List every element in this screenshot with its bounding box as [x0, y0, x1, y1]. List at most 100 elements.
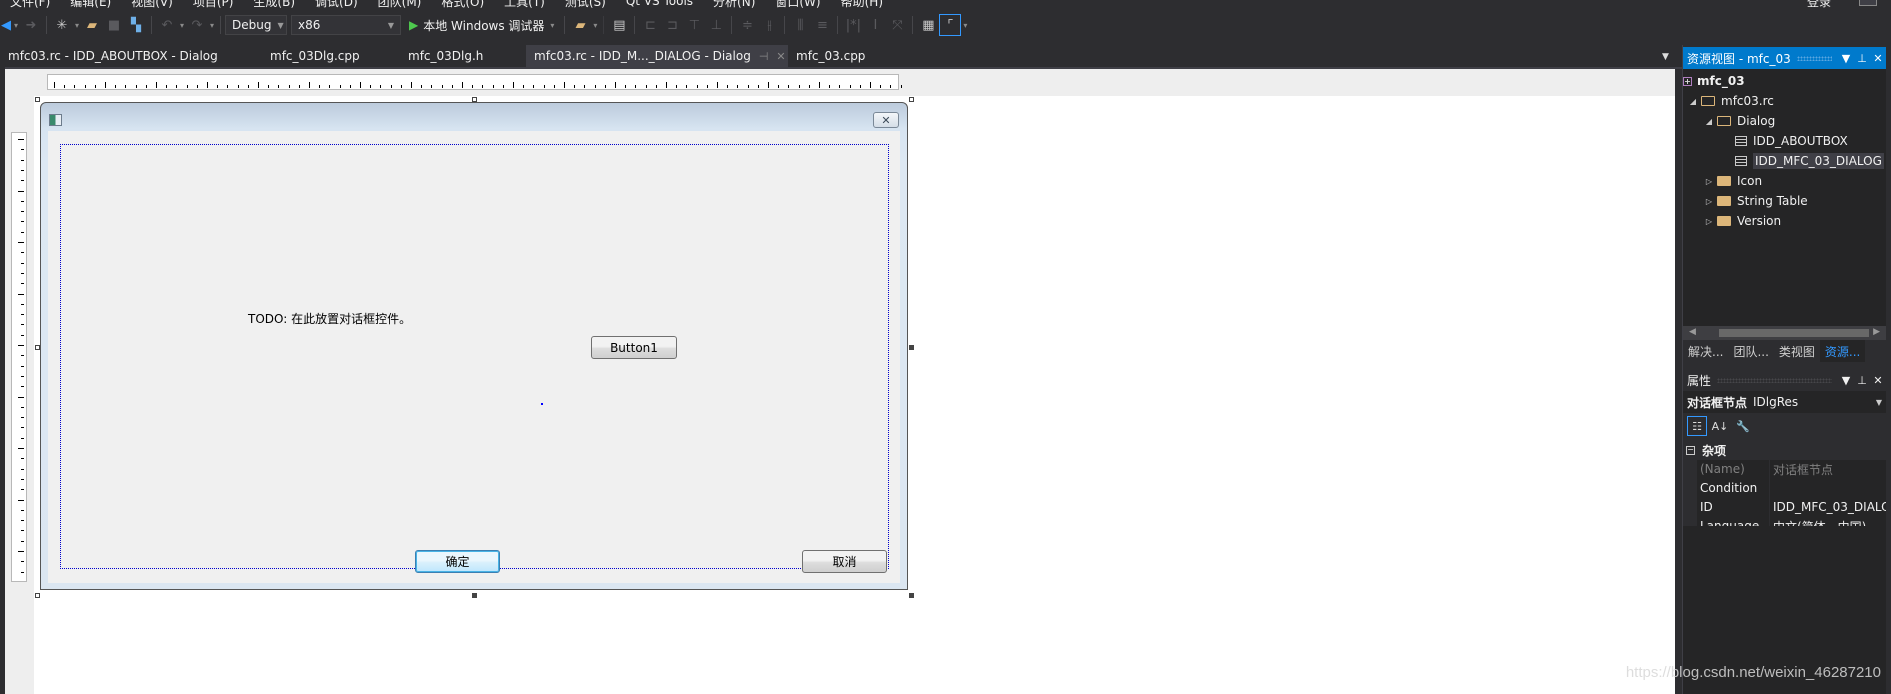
close-tab-icon[interactable]: ✕	[776, 50, 785, 63]
test-dialog-icon[interactable]: ▤	[608, 14, 630, 36]
configuration-select[interactable]: Debug ▼	[225, 15, 287, 35]
dialog-close-button[interactable]: ✕	[873, 112, 899, 128]
space-down-icon[interactable]: ≡	[811, 14, 833, 36]
property-row-condition[interactable]: Condition	[1697, 478, 1886, 498]
save-all-icon[interactable]: ▚	[125, 14, 147, 36]
scrollbar-thumb[interactable]	[1719, 329, 1869, 337]
tab-team-explorer[interactable]: 团队...	[1728, 340, 1773, 362]
navigate-back-icon[interactable]: ◀	[0, 14, 12, 36]
menu-edit[interactable]: 编辑(E)	[60, 0, 121, 10]
tree-item-string-table[interactable]: ▷ String Table	[1703, 191, 1808, 211]
horizontal-ruler[interactable]	[47, 74, 902, 90]
tab-class-view[interactable]: 类视图	[1774, 340, 1820, 362]
account-icon[interactable]	[1859, 0, 1877, 6]
new-project-icon[interactable]: ✳	[51, 14, 73, 36]
redo-dropdown-icon[interactable]: ▾	[208, 21, 216, 30]
center-vertical-icon[interactable]: ≑	[736, 14, 758, 36]
tab-list-dropdown-icon[interactable]: ▼	[1662, 52, 1669, 62]
collapsed-arrow-icon[interactable]: ▷	[1703, 217, 1715, 226]
platform-select[interactable]: x86 ▼	[291, 15, 401, 35]
scroll-left-icon[interactable]: ◀	[1689, 327, 1696, 337]
tab-mfc03-cpp[interactable]: mfc_03.cpp	[788, 45, 898, 67]
menu-tools[interactable]: 工具(T)	[494, 0, 555, 10]
menu-debug[interactable]: 调试(D)	[305, 0, 368, 10]
window-position-icon[interactable]: ▼	[1838, 52, 1854, 65]
tree-item-version[interactable]: ▷ Version	[1703, 211, 1781, 231]
toggle-guides-icon[interactable]: ⌜	[939, 14, 962, 36]
make-same-size-icon[interactable]: ⤧	[886, 14, 908, 36]
toolbar-grip[interactable]	[603, 16, 605, 34]
undo-icon[interactable]: ↶	[156, 14, 178, 36]
make-same-height-icon[interactable]: Ι	[864, 14, 886, 36]
properties-object-selector[interactable]: 对话框节点 IDlgRes ▼	[1683, 391, 1886, 413]
align-top-icon[interactable]: ⊤	[683, 14, 705, 36]
expanded-arrow-icon[interactable]: ◢	[1687, 97, 1699, 106]
todo-static-text[interactable]: TODO: 在此放置对话框控件。	[248, 310, 411, 327]
property-row-id[interactable]: ID IDD_MFC_03_DIALOG	[1697, 497, 1886, 517]
sort-alphabetical-icon[interactable]: A↓	[1710, 416, 1730, 436]
window-position-icon[interactable]: ▼	[1838, 374, 1854, 387]
sign-in-link[interactable]: 登录	[1807, 0, 1831, 10]
navigate-forward-icon[interactable]: ➜	[20, 14, 42, 36]
collapse-icon[interactable]: −	[1686, 446, 1695, 455]
tab-solution-explorer[interactable]: 解决...	[1683, 340, 1728, 362]
resource-view-titlebar[interactable]: 资源视图 - mfc_03 ▼ ⊥ ✕	[1683, 47, 1886, 69]
tree-item-mfc03-rc[interactable]: ◢ mfc03.rc	[1687, 91, 1774, 111]
space-across-icon[interactable]: ⫼	[789, 14, 811, 36]
auto-hide-pin-icon[interactable]: ⊥	[1854, 52, 1870, 65]
menu-window[interactable]: 窗口(W)	[765, 0, 830, 10]
ok-button[interactable]: 确定	[415, 550, 500, 573]
auto-hide-pin-icon[interactable]: ⊥	[1854, 374, 1870, 387]
find-in-files-icon[interactable]: ▰	[569, 14, 591, 36]
close-icon[interactable]: ✕	[1870, 52, 1886, 65]
open-file-icon[interactable]: ▰	[81, 14, 103, 36]
align-right-icon[interactable]: ⊐	[661, 14, 683, 36]
redo-icon[interactable]: ↷	[186, 14, 208, 36]
property-value[interactable]	[1769, 478, 1886, 498]
start-debugging-button[interactable]: ▶ 本地 Windows 调试器 ▾	[405, 17, 560, 34]
tab-aboutbox-dialog[interactable]: mfc03.rc - IDD_ABOUTBOX - Dialog	[0, 45, 262, 67]
resize-handle-right[interactable]	[909, 345, 914, 350]
property-pages-icon[interactable]: 🔧	[1733, 416, 1753, 436]
undo-dropdown-icon[interactable]: ▾	[178, 21, 186, 30]
tab-resource-view[interactable]: 资源...	[1819, 340, 1866, 362]
menu-view[interactable]: 视图(V)	[121, 0, 183, 10]
property-row-name[interactable]: (Name) 对话框节点	[1697, 459, 1886, 479]
tree-item-dialog[interactable]: ◢ Dialog	[1703, 111, 1775, 131]
resource-tree-hscrollbar[interactable]: ◀ ▶	[1683, 326, 1886, 340]
properties-titlebar[interactable]: 属性 ▼ ⊥ ✕	[1683, 369, 1886, 391]
property-category[interactable]: − 杂项	[1683, 441, 1886, 460]
scroll-right-icon[interactable]: ▶	[1873, 327, 1880, 337]
tree-item-idd-aboutbox[interactable]: IDD_ABOUTBOX	[1735, 131, 1848, 151]
make-same-width-icon[interactable]: |*|	[842, 14, 864, 36]
button1[interactable]: Button1	[591, 336, 677, 359]
tab-mfc03dlg-cpp[interactable]: mfc_03Dlg.cpp	[262, 45, 400, 67]
cancel-button[interactable]: 取消	[802, 550, 887, 573]
tree-item-icon[interactable]: ▷ Icon	[1703, 171, 1762, 191]
tree-item-idd-mfc-03-dialog[interactable]: IDD_MFC_03_DIALOG	[1735, 151, 1884, 171]
toolbar-overflow-icon[interactable]: ▾	[961, 21, 969, 30]
expanded-arrow-icon[interactable]: ◢	[1703, 117, 1715, 126]
align-left-icon[interactable]: ⊏	[639, 14, 661, 36]
new-dropdown-icon[interactable]: ▾	[73, 21, 81, 30]
center-horizontal-icon[interactable]: ⫲	[758, 14, 780, 36]
resize-handle-bottom-right[interactable]	[909, 593, 914, 598]
tab-main-dialog[interactable]: mfc03.rc - IDD_M..._DIALOG - Dialog ⊣ ✕	[526, 45, 788, 67]
menu-test[interactable]: 测试(S)	[555, 0, 616, 10]
tree-item-mfc_03[interactable]: + mfc_03	[1683, 71, 1745, 91]
property-value[interactable]: IDD_MFC_03_DIALOG	[1769, 497, 1886, 517]
menu-qt-vs-tools[interactable]: Qt VS Tools	[616, 0, 703, 8]
menu-file[interactable]: 文件(F)	[0, 0, 60, 10]
collapsed-arrow-icon[interactable]: ▷	[1703, 177, 1715, 186]
menu-format[interactable]: 格式(O)	[431, 0, 494, 10]
menu-team[interactable]: 团队(M)	[368, 0, 432, 10]
collapsed-arrow-icon[interactable]: ▷	[1703, 197, 1715, 206]
menu-analyze[interactable]: 分析(N)	[703, 0, 765, 10]
pin-tab-icon[interactable]: ⊣	[759, 50, 769, 63]
resize-handle-bottom[interactable]	[472, 593, 477, 598]
dialog-frame[interactable]: ✕ TODO: 在此放置对话框控件。 Button1 确定 取消	[40, 102, 908, 590]
toolbar-overflow-icon[interactable]: ▾	[591, 21, 599, 30]
back-dropdown-icon[interactable]: ▾	[12, 21, 20, 30]
tab-mfc03dlg-h[interactable]: mfc_03Dlg.h	[400, 45, 526, 67]
vertical-ruler[interactable]	[11, 132, 27, 582]
